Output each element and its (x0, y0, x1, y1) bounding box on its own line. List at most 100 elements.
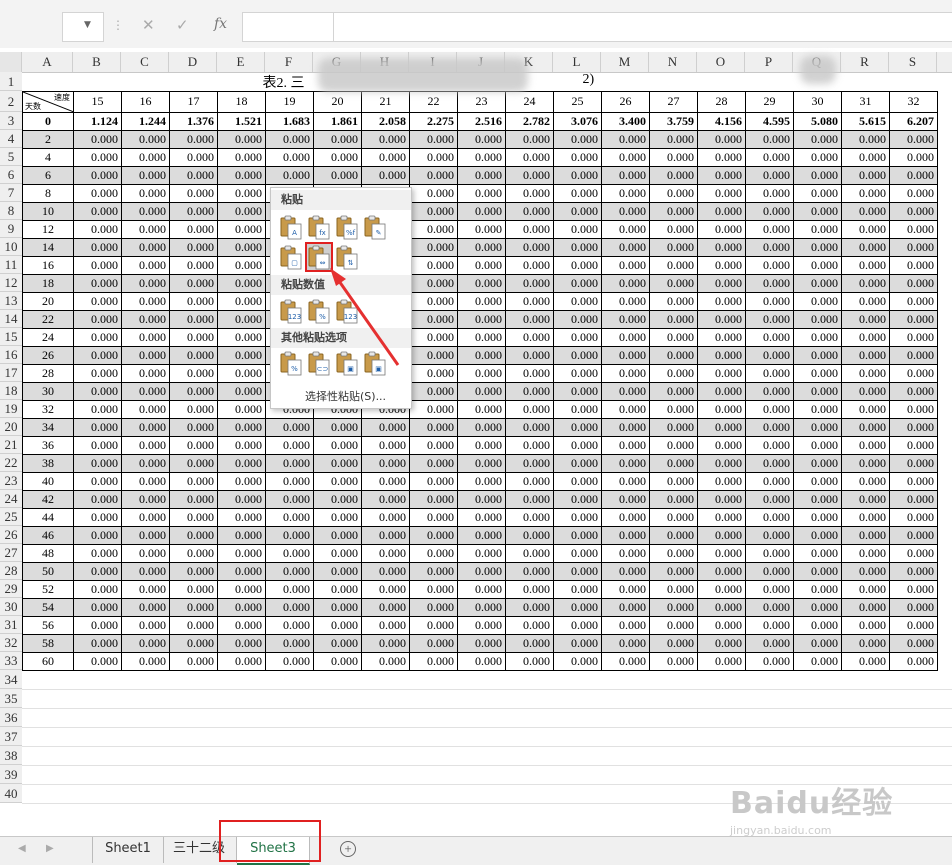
value-cell[interactable]: 0.000 (457, 417, 506, 437)
value-cell[interactable]: 0.000 (217, 273, 266, 293)
value-cell[interactable]: 0.000 (265, 129, 314, 149)
value-cell[interactable]: 0.000 (601, 237, 650, 257)
value-cell[interactable]: 0.000 (553, 633, 602, 653)
value-cell[interactable]: 0.000 (409, 363, 458, 383)
value-cell[interactable]: 0.000 (553, 525, 602, 545)
value-cell[interactable]: 0.000 (73, 165, 122, 185)
value-cell[interactable]: 0.000 (73, 633, 122, 653)
value-cell[interactable]: 0.000 (601, 363, 650, 383)
value-cell[interactable]: 0.000 (409, 507, 458, 527)
value-cell[interactable]: 0.000 (601, 345, 650, 365)
value-cell[interactable]: 0.000 (457, 471, 506, 491)
value-cell[interactable]: 0.000 (649, 273, 698, 293)
value-cell[interactable]: 0.000 (553, 597, 602, 617)
value-cell[interactable]: 0.000 (313, 129, 362, 149)
value-cell[interactable]: 0.000 (697, 237, 746, 257)
value-cell[interactable]: 0.000 (745, 237, 794, 257)
value-cell[interactable]: 0.000 (409, 489, 458, 509)
value-cell[interactable]: 0.000 (889, 471, 938, 491)
day-cell[interactable]: 58 (22, 633, 74, 653)
value-cell[interactable]: 0.000 (841, 273, 890, 293)
value-cell[interactable]: 0.000 (649, 543, 698, 563)
value-cell[interactable]: 0.000 (889, 237, 938, 257)
value-cell[interactable]: 0.000 (169, 615, 218, 635)
value-cell[interactable]: 0.000 (457, 309, 506, 329)
value-cell[interactable]: 0.000 (505, 309, 554, 329)
value-cell[interactable]: 0.000 (649, 363, 698, 383)
value-cell[interactable]: 0.000 (697, 597, 746, 617)
value-cell[interactable]: 0.000 (793, 615, 842, 635)
value-cell[interactable]: 0.000 (553, 183, 602, 203)
value-cell[interactable]: 0.000 (73, 399, 122, 419)
column-header[interactable]: M (601, 52, 649, 72)
value-cell[interactable]: 0.000 (457, 453, 506, 473)
value-cell[interactable]: 0.000 (793, 489, 842, 509)
value-cell[interactable]: 0.000 (361, 651, 410, 671)
value-cell[interactable]: 0.000 (553, 579, 602, 599)
value-cell[interactable]: 1.521 (217, 111, 266, 131)
speed-header-cell[interactable]: 22 (409, 90, 458, 113)
value-cell[interactable]: 0.000 (457, 201, 506, 221)
value-cell[interactable]: 0.000 (505, 165, 554, 185)
value-cell[interactable]: 0.000 (313, 543, 362, 563)
value-cell[interactable]: 0.000 (697, 381, 746, 401)
value-cell[interactable]: 0.000 (409, 417, 458, 437)
day-cell[interactable]: 42 (22, 489, 74, 509)
value-cell[interactable]: 0.000 (601, 399, 650, 419)
value-cell[interactable]: 0.000 (601, 633, 650, 653)
value-cell[interactable]: 0.000 (121, 273, 170, 293)
value-cell[interactable]: 0.000 (505, 615, 554, 635)
value-cell[interactable]: 0.000 (409, 525, 458, 545)
value-cell[interactable]: 0.000 (361, 579, 410, 599)
value-cell[interactable]: 0.000 (73, 327, 122, 347)
value-cell[interactable]: 0.000 (457, 435, 506, 455)
value-cell[interactable]: 1.861 (313, 111, 362, 131)
row-header[interactable]: 9 (0, 220, 22, 238)
value-cell[interactable]: 0.000 (457, 237, 506, 257)
value-cell[interactable]: 0.000 (73, 471, 122, 491)
value-cell[interactable]: 0.000 (73, 561, 122, 581)
value-cell[interactable]: 0.000 (601, 255, 650, 275)
paste-picture-icon[interactable]: ▣ (335, 350, 359, 376)
value-cell[interactable]: 0.000 (409, 183, 458, 203)
value-cell[interactable]: 0.000 (745, 129, 794, 149)
value-cell[interactable]: 0.000 (841, 453, 890, 473)
value-cell[interactable]: 0.000 (121, 327, 170, 347)
row-header[interactable]: 40 (0, 784, 22, 803)
value-cell[interactable]: 0.000 (841, 633, 890, 653)
value-cell[interactable]: 1.683 (265, 111, 314, 131)
paste-keep-column-widths-icon[interactable]: ⇔ (305, 242, 333, 272)
value-cell[interactable]: 0.000 (169, 651, 218, 671)
value-cell[interactable]: 0.000 (265, 417, 314, 437)
value-cell[interactable]: 0.000 (649, 165, 698, 185)
day-cell[interactable]: 46 (22, 525, 74, 545)
value-cell[interactable]: 0.000 (745, 651, 794, 671)
value-cell[interactable]: 0.000 (841, 597, 890, 617)
day-cell[interactable]: 26 (22, 345, 74, 365)
value-cell[interactable]: 0.000 (265, 165, 314, 185)
value-cell[interactable]: 0.000 (793, 381, 842, 401)
row-header[interactable]: 36 (0, 708, 22, 727)
value-cell[interactable]: 0.000 (793, 219, 842, 239)
value-cell[interactable]: 0.000 (649, 633, 698, 653)
value-cell[interactable]: 0.000 (745, 579, 794, 599)
value-cell[interactable]: 0.000 (505, 543, 554, 563)
value-cell[interactable]: 0.000 (649, 597, 698, 617)
value-cell[interactable]: 0.000 (409, 543, 458, 563)
value-cell[interactable]: 0.000 (745, 345, 794, 365)
row-header[interactable]: 18 (0, 382, 22, 400)
value-cell[interactable]: 0.000 (169, 237, 218, 257)
value-cell[interactable]: 0.000 (409, 255, 458, 275)
value-cell[interactable]: 0.000 (217, 435, 266, 455)
value-cell[interactable]: 0.000 (649, 219, 698, 239)
value-cell[interactable]: 0.000 (505, 579, 554, 599)
value-cell[interactable]: 0.000 (889, 561, 938, 581)
value-cell[interactable]: 0.000 (361, 147, 410, 167)
column-header[interactable]: P (745, 52, 793, 72)
value-cell[interactable]: 0.000 (793, 525, 842, 545)
value-cell[interactable]: 0.000 (217, 399, 266, 419)
value-cell[interactable]: 0.000 (169, 543, 218, 563)
row-header[interactable]: 21 (0, 436, 22, 454)
day-cell[interactable]: 16 (22, 255, 74, 275)
speed-header-cell[interactable]: 26 (601, 90, 650, 113)
